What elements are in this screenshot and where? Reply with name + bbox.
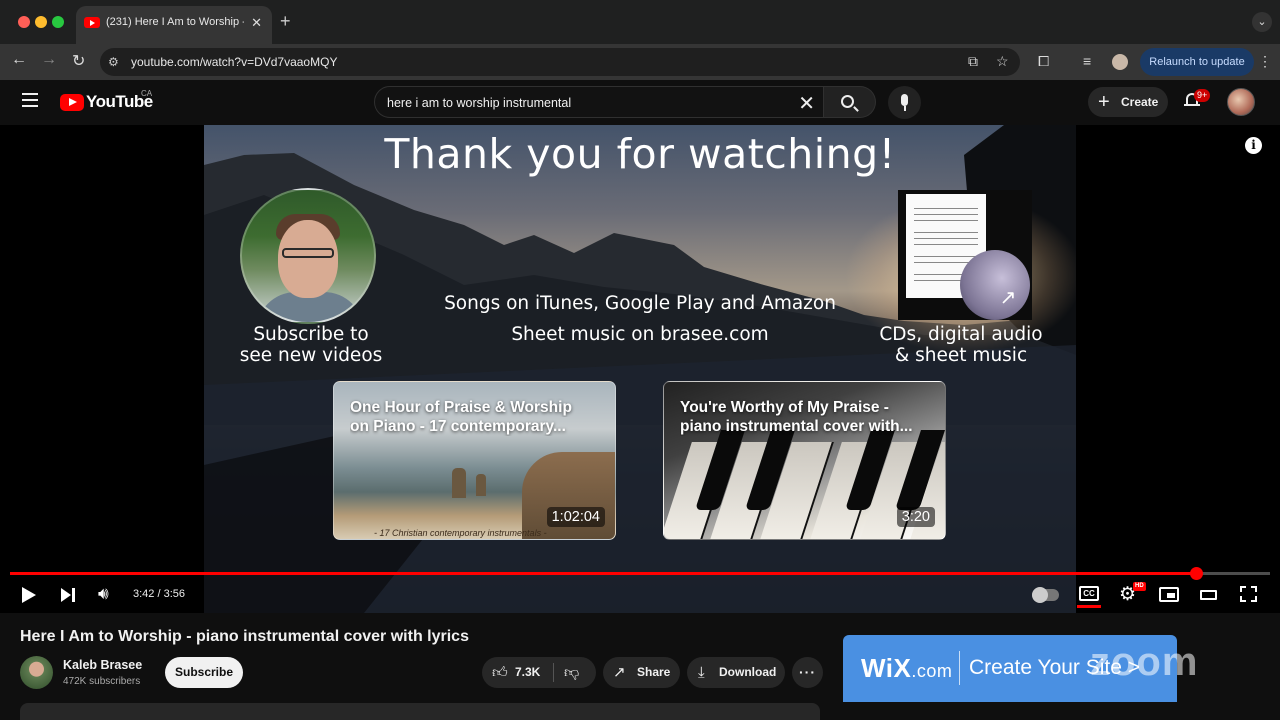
- browser-tab-bar: (231) Here I Am to Worship - ✕ + ⌄: [0, 0, 1280, 44]
- play-icon[interactable]: [22, 587, 36, 603]
- progress-bar[interactable]: [10, 567, 1270, 580]
- notification-count-badge: 9+: [1194, 89, 1211, 102]
- voice-search-button[interactable]: [888, 86, 921, 119]
- country-code: CA: [141, 89, 153, 98]
- zoom-watermark: zoom: [1090, 640, 1199, 684]
- external-link-element[interactable]: ↗: [898, 190, 1032, 320]
- like-count[interactable]: 7.3K: [515, 657, 540, 688]
- download-label: Download: [719, 665, 777, 679]
- youtube-favicon-icon: [84, 17, 100, 28]
- video-duration: 3:20: [896, 507, 935, 527]
- sheet-music-caption: Sheet music on brasee.com: [511, 324, 769, 345]
- external-link-icon: ↗: [999, 287, 1017, 309]
- download-icon: ⤓: [698, 664, 705, 681]
- scrubber-handle[interactable]: [1189, 567, 1203, 580]
- close-window-button[interactable]: [18, 16, 30, 28]
- video-card-subtitle: - 17 Christian contemporary instrumental…: [374, 528, 547, 538]
- url-text: youtube.com/watch?v=DVd7vaaoMQY: [131, 55, 338, 69]
- clear-search-icon[interactable]: ✕: [798, 91, 815, 116]
- back-button[interactable]: ←: [11, 51, 27, 69]
- site-settings-icon[interactable]: ⚙: [108, 55, 119, 69]
- fullscreen-icon[interactable]: [1240, 586, 1257, 602]
- search-button[interactable]: [824, 86, 876, 118]
- video-card-title: One Hour of Praise & Worship on Piano - …: [350, 399, 572, 435]
- share-arrow-icon: ↗: [613, 664, 626, 681]
- tab-title: (231) Here I Am to Worship -: [106, 16, 244, 28]
- more-actions-icon[interactable]: ···: [792, 657, 823, 688]
- songs-caption: Songs on iTunes, Google Play and Amazon: [444, 293, 836, 314]
- subscribe-caption: Subscribe to see new videos: [226, 324, 396, 366]
- browser-tab[interactable]: (231) Here I Am to Worship - ✕: [76, 6, 272, 44]
- create-button[interactable]: + Create: [1088, 87, 1168, 117]
- autoplay-toggle[interactable]: [1032, 587, 1059, 603]
- tab-search-chevron-icon[interactable]: ⌄: [1252, 12, 1272, 32]
- subscribe-button[interactable]: Subscribe: [165, 657, 243, 688]
- endscreen-video-card[interactable]: You're Worthy of My Praise - piano instr…: [663, 381, 946, 540]
- info-icon[interactable]: i: [1245, 137, 1262, 154]
- forward-button[interactable]: →: [41, 51, 57, 69]
- profile-avatar-icon[interactable]: [1112, 54, 1128, 70]
- miniplayer-icon[interactable]: [1159, 587, 1179, 602]
- progress-bar-fill: [10, 572, 1196, 575]
- hd-badge: HD: [1133, 582, 1146, 591]
- extensions-puzzle-icon[interactable]: ⧠: [1038, 53, 1049, 70]
- account-avatar[interactable]: [1227, 88, 1255, 116]
- search-box: ✕: [374, 86, 824, 118]
- relaunch-to-update-button[interactable]: Relaunch to update: [1140, 48, 1254, 76]
- video-player[interactable]: Thank you for watching! Subscribe to see…: [0, 125, 1280, 613]
- browser-toolbar: ← → ↻ ⚙ youtube.com/watch?v=DVd7vaaoMQY …: [0, 44, 1280, 80]
- thumbs-up-icon[interactable]: 👍︎: [492, 657, 508, 688]
- video-duration: 1:02:04: [546, 507, 605, 527]
- thumbs-down-icon[interactable]: 👎︎: [564, 657, 579, 688]
- search-input[interactable]: [387, 93, 787, 113]
- reload-button[interactable]: ↻: [72, 51, 85, 71]
- video-title: Here I Am to Worship - piano instrumenta…: [20, 628, 469, 645]
- channel-name[interactable]: Kaleb Brasee: [63, 658, 142, 672]
- subscribe-channel-element[interactable]: [240, 188, 376, 324]
- share-button[interactable]: ↗ Share: [603, 657, 680, 688]
- endscreen-video-card[interactable]: One Hour of Praise & Worship on Piano - …: [333, 381, 616, 540]
- hamburger-menu-icon[interactable]: [22, 93, 38, 107]
- channel-avatar[interactable]: [20, 656, 53, 689]
- theater-mode-icon[interactable]: [1200, 590, 1217, 600]
- youtube-header: YouTube CA ✕ + Create 9+: [0, 80, 1280, 125]
- video-frame[interactable]: Thank you for watching! Subscribe to see…: [204, 125, 1076, 613]
- merch-caption-line2: & sheet music: [894, 345, 1028, 366]
- endscreen-title: Thank you for watching!: [384, 130, 896, 178]
- next-video-icon[interactable]: [61, 588, 77, 602]
- close-tab-icon[interactable]: ✕: [251, 15, 262, 31]
- maximize-window-button[interactable]: [52, 16, 64, 28]
- create-label: Create: [1121, 95, 1159, 109]
- like-dislike-group: 👍︎ 7.3K 👎︎: [482, 657, 596, 688]
- captions-active-indicator: [1077, 605, 1101, 608]
- subscribe-caption-line1: Subscribe to: [253, 324, 369, 345]
- browser-menu-icon[interactable]: ⋮: [1258, 53, 1272, 70]
- bookmark-star-icon[interactable]: ☆: [996, 53, 1009, 70]
- volume-icon[interactable]: 🔊︎: [98, 584, 109, 604]
- search-icon: [841, 95, 854, 108]
- plus-icon: +: [1098, 91, 1110, 113]
- download-button[interactable]: ⤓ Download: [687, 657, 785, 688]
- microphone-icon: [901, 94, 908, 106]
- subscriber-count: 472K subscribers: [63, 676, 141, 687]
- install-app-icon[interactable]: ⧉: [968, 53, 978, 70]
- minimize-window-button[interactable]: [35, 16, 47, 28]
- video-card-title: You're Worthy of My Praise - piano instr…: [680, 399, 913, 435]
- merch-caption-line1: CDs, digital audio: [879, 324, 1043, 345]
- media-controls-icon[interactable]: ≡: [1083, 53, 1091, 69]
- ad-divider: [959, 651, 960, 685]
- merch-caption: CDs, digital audio & sheet music: [876, 324, 1046, 366]
- youtube-logo-icon[interactable]: [60, 94, 84, 111]
- time-display: 3:42 / 3:56: [133, 588, 185, 600]
- share-label: Share: [637, 665, 671, 679]
- new-tab-button[interactable]: +: [280, 11, 291, 32]
- captions-icon[interactable]: CC: [1079, 586, 1099, 601]
- ad-brand-logo: WiX.com: [861, 653, 953, 683]
- address-bar[interactable]: ⚙ youtube.com/watch?v=DVd7vaaoMQY: [100, 48, 1020, 76]
- description-box-edge: [20, 703, 820, 720]
- subscribe-caption-line2: see new videos: [239, 345, 383, 366]
